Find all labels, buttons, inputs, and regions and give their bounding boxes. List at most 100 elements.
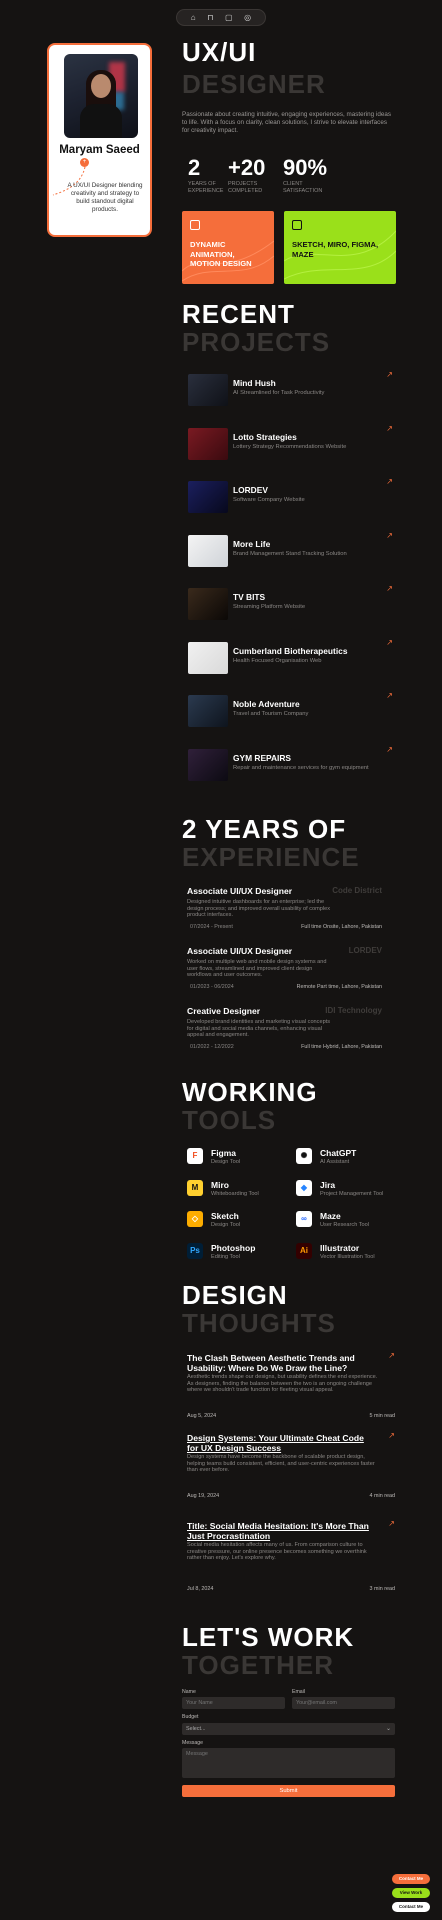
blog-post[interactable]: The Clash Between Aesthetic Trends and U… bbox=[187, 1351, 395, 1425]
experience-item: Associate UI/UX Designer Code District Des… bbox=[187, 886, 382, 936]
tool-name: Jira bbox=[320, 1179, 336, 1190]
grid-icon[interactable]: ⊓ bbox=[207, 13, 213, 22]
photoshop-icon: Ps bbox=[187, 1242, 203, 1259]
name-label: Name bbox=[182, 1689, 196, 1695]
project-row[interactable]: LORDEV Software Company Website ↗ bbox=[185, 477, 395, 516]
arrow-up-right-icon[interactable]: ↗ bbox=[388, 1351, 395, 1360]
layers-icon bbox=[190, 220, 200, 230]
tool-name: Miro bbox=[211, 1179, 229, 1190]
mail-icon[interactable]: ◎ bbox=[244, 13, 251, 22]
experience-date: 01/2023 - 06/2024 bbox=[190, 984, 234, 990]
tool-subtitle: Editing Tool bbox=[211, 1253, 240, 1260]
email-input[interactable] bbox=[292, 1697, 395, 1709]
illustrator-icon: Ai bbox=[296, 1242, 312, 1259]
message-field[interactable] bbox=[182, 1748, 395, 1778]
briefcase-icon[interactable]: ▢ bbox=[225, 13, 233, 22]
tool-item: Ai Illustrator Vector Illustration Tool bbox=[296, 1240, 396, 1262]
budget-select[interactable]: Select... ⌄ bbox=[182, 1723, 395, 1735]
project-thumbnail bbox=[188, 641, 228, 674]
floating-button[interactable]: View Work bbox=[392, 1888, 430, 1898]
experience-role: Associate UI/UX Designer bbox=[187, 886, 293, 896]
jira-icon: ◆ bbox=[296, 1179, 312, 1196]
figma-icon: F bbox=[187, 1148, 203, 1164]
project-row[interactable]: Mind Hush AI Streamlined for Task Product… bbox=[185, 370, 395, 409]
experience-item: Creative Designer IDI Technology Developed… bbox=[187, 1006, 382, 1056]
project-subtitle: Streaming Platform Website bbox=[233, 604, 306, 610]
tool-item: ✺ ChatGPT AI Assistant bbox=[296, 1145, 396, 1167]
experience-date: 07/2024 - Present bbox=[190, 924, 233, 930]
post-read-time: 5 min read bbox=[369, 1413, 395, 1419]
profile-photo bbox=[64, 54, 138, 138]
hero-title-line1: UX/UI bbox=[182, 37, 257, 67]
post-title[interactable]: Design Systems: Your Ultimate Cheat Code… bbox=[187, 1433, 372, 1453]
floating-button[interactable]: Contact Me bbox=[392, 1874, 430, 1884]
projects-title-line1: RECENT bbox=[182, 299, 295, 329]
tool-subtitle: Project Management Tool bbox=[320, 1190, 384, 1197]
experience-title-line2: EXPERIENCE bbox=[182, 842, 360, 872]
project-thumbnail bbox=[188, 534, 228, 567]
experience-title-line1: 2 YEARS OF bbox=[182, 814, 347, 844]
arrow-up-right-icon[interactable]: ↗ bbox=[386, 638, 393, 647]
project-subtitle: AI Streamlined for Task Productivity bbox=[233, 390, 325, 396]
experience-company: Code District bbox=[332, 886, 382, 895]
project-subtitle: Lottery Strategy Recommendations Website bbox=[233, 443, 347, 450]
profile-description: A UX/UI Designer blending creativity and… bbox=[67, 182, 143, 213]
project-title: GYM REPAIRS bbox=[233, 752, 292, 763]
project-row[interactable]: Noble Adventure Travel and Tourism Compan… bbox=[185, 691, 395, 730]
blog-post[interactable]: Design Systems: Your Ultimate Cheat Code… bbox=[187, 1431, 395, 1505]
post-title[interactable]: Title: Social Media Hesitation: It's Mor… bbox=[187, 1521, 372, 1541]
project-row[interactable]: GYM REPAIRS Repair and maintenance servic… bbox=[185, 745, 395, 784]
project-row[interactable]: TV BITS Streaming Platform Website ↗ bbox=[185, 584, 395, 623]
tool-subtitle: User Research Tool bbox=[320, 1222, 370, 1228]
miro-icon: M bbox=[187, 1179, 203, 1196]
arrow-up-right-icon[interactable]: ↗ bbox=[386, 477, 393, 486]
project-subtitle: Travel and Tourism Company bbox=[233, 711, 309, 717]
post-description: Design systems have become the backbone … bbox=[187, 1454, 375, 1474]
project-row[interactable]: Lotto Strategies Lottery Strategy Recomme… bbox=[185, 424, 395, 463]
stat-projects: +20 PROJECTS COMPLETED bbox=[228, 155, 266, 194]
skill-card-animation: DYNAMIC ANIMATION, MOTION DESIGN bbox=[182, 211, 274, 284]
blog-post[interactable]: Title: Social Media Hesitation: It's Mor… bbox=[187, 1519, 395, 1593]
post-title[interactable]: The Clash Between Aesthetic Trends and U… bbox=[187, 1353, 372, 1373]
thoughts-title-line2: THOUGHTS bbox=[182, 1308, 336, 1338]
experience-location: Full time Onsite, Lahore, Pakistan bbox=[301, 924, 382, 930]
arrow-up-right-icon[interactable]: ↗ bbox=[386, 370, 393, 379]
arrow-up-right-icon[interactable]: ↗ bbox=[386, 424, 393, 433]
tool-subtitle: Design Tool bbox=[211, 1222, 241, 1228]
post-read-time: 3 min read bbox=[369, 1586, 395, 1592]
top-nav: ⌂ ⊓ ▢ ◎ bbox=[176, 9, 266, 26]
experience-company: IDI Technology bbox=[325, 1006, 382, 1015]
project-row[interactable]: More Life Brand Management Stand Tracking… bbox=[185, 531, 395, 570]
tool-subtitle: Vector Illustration Tool bbox=[320, 1253, 375, 1260]
experience-location: Remote Part time, Lahore, Pakistan bbox=[296, 984, 382, 990]
hero-title-line2: DESIGNER bbox=[182, 69, 326, 99]
tool-name: Sketch bbox=[211, 1211, 239, 1221]
chevron-down-icon: ⌄ bbox=[385, 1726, 391, 1732]
experience-company: LORDEV bbox=[348, 946, 382, 955]
hero-intro: Passionate about creating intuitive, eng… bbox=[182, 111, 391, 134]
project-row[interactable]: Cumberland Biotherapeutics Health Focused… bbox=[185, 638, 395, 677]
experience-date: 01/2022 - 12/2022 bbox=[190, 1044, 234, 1050]
project-thumbnail bbox=[188, 588, 228, 620]
arrow-up-right-icon[interactable]: ↗ bbox=[386, 745, 393, 754]
submit-button[interactable]: Submit bbox=[182, 1785, 395, 1797]
stat-satisfaction: 90% CLIENT SATISFACTION bbox=[283, 155, 328, 194]
tool-subtitle: AI Assistant bbox=[320, 1159, 350, 1165]
arrow-up-right-icon[interactable]: ↗ bbox=[386, 584, 393, 593]
arrow-up-right-icon[interactable]: ↗ bbox=[388, 1519, 395, 1528]
home-icon[interactable]: ⌂ bbox=[191, 13, 196, 22]
floating-button[interactable]: Contact Me bbox=[392, 1902, 430, 1912]
thoughts-title-line1: DESIGN bbox=[182, 1280, 288, 1310]
post-read-time: 4 min read bbox=[369, 1493, 395, 1499]
message-label: Message bbox=[182, 1740, 204, 1746]
arrow-up-right-icon[interactable]: ↗ bbox=[386, 691, 393, 700]
name-input[interactable] bbox=[182, 1697, 285, 1709]
arrow-up-right-icon[interactable]: ↗ bbox=[388, 1431, 395, 1440]
experience-item: Associate UI/UX Designer LORDEV Worked on … bbox=[187, 946, 382, 996]
tool-item: ∞ Maze User Research Tool bbox=[296, 1208, 396, 1230]
post-date: Jul 8, 2024 bbox=[187, 1586, 214, 1592]
project-title: LORDEV bbox=[233, 485, 268, 495]
tool-subtitle: Whiteboarding Tool bbox=[211, 1190, 259, 1197]
profile-name: Maryam Saeed bbox=[59, 144, 140, 156]
arrow-up-right-icon[interactable]: ↗ bbox=[386, 531, 393, 540]
